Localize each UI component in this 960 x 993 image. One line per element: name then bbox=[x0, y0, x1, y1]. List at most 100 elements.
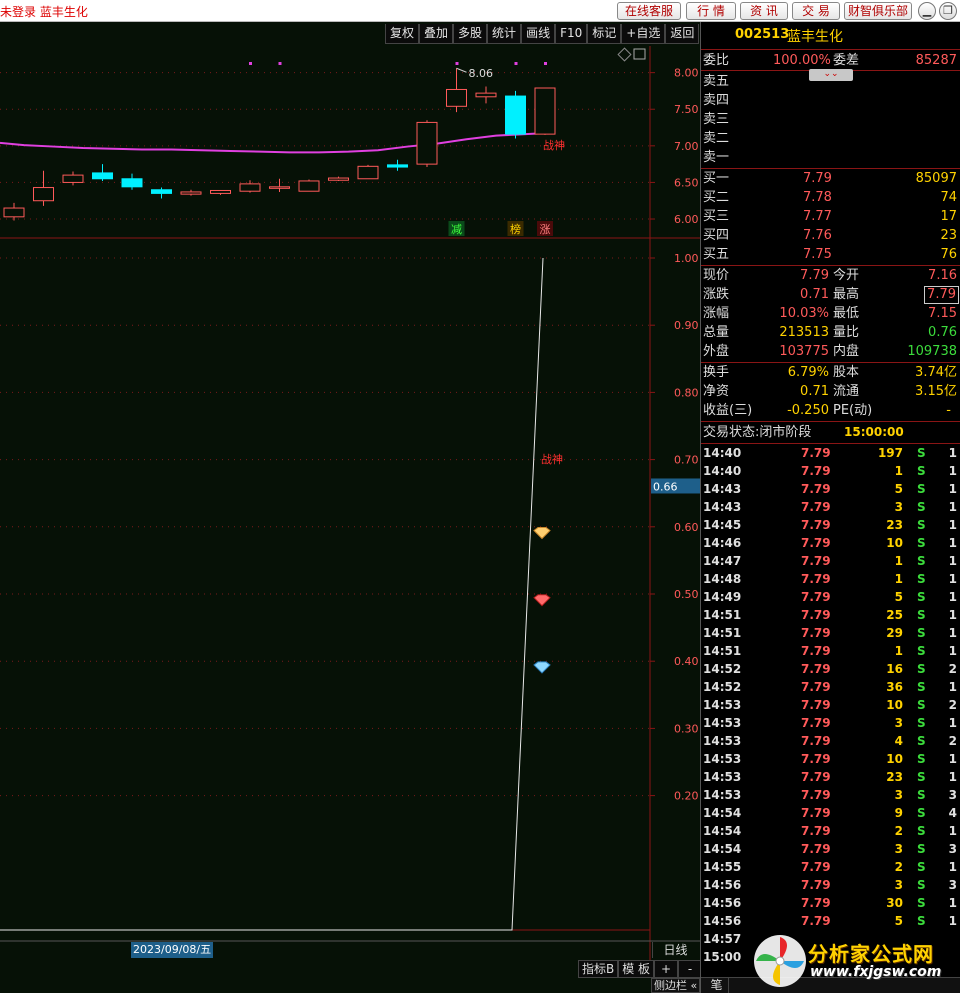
tick-row: 14:55 7.79 2 S 1 bbox=[701, 858, 960, 876]
tick-side: S bbox=[917, 608, 926, 622]
chart-area[interactable]: 8.00 7.50 7.00 6.50 6.00 8.06 战神减榜涨 1.00 0.90 0.8… bbox=[0, 22, 703, 993]
news-button[interactable]: 资 讯 bbox=[740, 2, 788, 20]
tick-count: 1 bbox=[948, 860, 957, 874]
outer-label: 外盘 bbox=[703, 344, 730, 359]
mark-button[interactable]: 标记 bbox=[587, 24, 622, 44]
tick-row: 14:46 7.79 10 S 1 bbox=[701, 534, 960, 552]
add-watchlist-button[interactable]: +自选 bbox=[621, 24, 666, 44]
divider bbox=[701, 421, 960, 422]
tick-volume: 10 bbox=[886, 536, 903, 550]
template-tab[interactable]: 模 板 bbox=[618, 960, 655, 978]
tick-count: 1 bbox=[948, 770, 957, 784]
tick-volume: 197 bbox=[877, 446, 903, 460]
tick-side: S bbox=[917, 788, 926, 802]
stats-row-eps: 收益(三) -0.250 PE(动) - bbox=[701, 401, 960, 420]
tick-row: 14:52 7.79 16 S 2 bbox=[701, 660, 960, 678]
overlay-button[interactable]: 叠加 bbox=[419, 24, 454, 44]
tick-price: 7.79 bbox=[801, 464, 831, 478]
current-value-label: 0.66 bbox=[653, 480, 678, 493]
tick-volume: 5 bbox=[894, 482, 903, 496]
tick-volume: 9 bbox=[894, 806, 903, 820]
tick-row: 14:49 7.79 5 S 1 bbox=[701, 588, 960, 606]
tick-row: 14:56 7.79 5 S 1 bbox=[701, 912, 960, 930]
tick-side: S bbox=[917, 464, 926, 478]
tick-price: 7.79 bbox=[801, 644, 831, 658]
tick-side: S bbox=[917, 554, 926, 568]
stock-name: 蓝丰生化 bbox=[787, 29, 843, 45]
tab-ticks[interactable]: 笔 bbox=[705, 978, 729, 993]
restore-icon[interactable]: ❐ bbox=[939, 2, 957, 20]
zoom-in-button[interactable]: + bbox=[654, 960, 679, 978]
tick-time: 14:56 bbox=[703, 914, 742, 928]
back-button[interactable]: 返回 bbox=[665, 24, 700, 44]
open-label: 今开 bbox=[833, 268, 860, 283]
multi-stock-button[interactable]: 多股 bbox=[453, 24, 488, 44]
trade-button[interactable]: 交 易 bbox=[792, 2, 840, 20]
buy4-row: 买四 7.76 23 bbox=[701, 226, 960, 245]
indicator-axis-label: 0.20 bbox=[674, 790, 699, 803]
tick-count: 1 bbox=[948, 590, 957, 604]
float-label: 流通 bbox=[833, 384, 860, 399]
f10-button[interactable]: F10 bbox=[555, 24, 588, 44]
tick-volume: 3 bbox=[894, 500, 903, 514]
candle-body bbox=[446, 88, 467, 107]
tick-side: S bbox=[917, 662, 926, 676]
zoom-out-button[interactable]: - bbox=[678, 960, 703, 978]
stock-code: 002513 bbox=[735, 27, 790, 42]
change-label: 涨跌 bbox=[703, 287, 730, 302]
float-value: 3.15亿 bbox=[915, 384, 957, 399]
price-label: 现价 bbox=[703, 268, 730, 283]
diamond-icon bbox=[533, 527, 551, 540]
tick-side: S bbox=[917, 446, 926, 460]
tick-row: 14:51 7.79 29 S 1 bbox=[701, 624, 960, 642]
status-row: 交易状态:闭市阶段 15:00:00 bbox=[701, 423, 960, 442]
online-service-button[interactable]: 在线客服 bbox=[617, 2, 681, 20]
club-button[interactable]: 财智俱乐部 bbox=[844, 2, 912, 20]
tick-price: 7.79 bbox=[801, 716, 831, 730]
tick-side: S bbox=[917, 752, 926, 766]
high-price-label: 8.06 bbox=[469, 67, 494, 80]
tick-count: 1 bbox=[948, 446, 957, 460]
indicator-axis-label: 0.30 bbox=[674, 722, 699, 735]
market-button[interactable]: 行 情 bbox=[686, 2, 736, 20]
sidebar-toggle-button[interactable]: 侧边栏 « bbox=[651, 978, 701, 993]
tick-row: 14:56 7.79 3 S 3 bbox=[701, 876, 960, 894]
tick-time: 14:51 bbox=[703, 626, 742, 640]
tick-price: 7.79 bbox=[801, 446, 831, 460]
stats-row-outer: 外盘 103775 内盘 109738 bbox=[701, 342, 960, 361]
tick-time: 14:57 bbox=[703, 932, 742, 946]
netasset-label: 净资 bbox=[703, 384, 730, 399]
pct-value: 10.03% bbox=[779, 306, 829, 321]
high-value: 7.79 bbox=[924, 286, 959, 304]
buy1-price: 7.79 bbox=[803, 171, 832, 186]
fuquan-button[interactable]: 复权 bbox=[385, 24, 420, 44]
tick-row: 14:54 7.79 3 S 3 bbox=[701, 840, 960, 858]
period-label[interactable]: 日线 bbox=[652, 942, 698, 958]
tick-row: 14:43 7.79 5 S 1 bbox=[701, 480, 960, 498]
signal-dot bbox=[455, 62, 459, 65]
diamond-toggle-icon bbox=[617, 47, 632, 62]
tick-volume: 3 bbox=[894, 878, 903, 892]
tick-price: 7.79 bbox=[801, 572, 831, 586]
draw-line-button[interactable]: 画线 bbox=[521, 24, 556, 44]
candle-body bbox=[210, 189, 231, 194]
tick-volume: 23 bbox=[886, 770, 903, 784]
stats-button[interactable]: 统计 bbox=[487, 24, 522, 44]
tick-price: 7.79 bbox=[801, 554, 831, 568]
tick-volume: 2 bbox=[894, 824, 903, 838]
tick-row: 14:52 7.79 36 S 1 bbox=[701, 678, 960, 696]
tick-time: 14:52 bbox=[703, 662, 742, 676]
tick-price: 7.79 bbox=[801, 788, 831, 802]
tick-time: 14:53 bbox=[703, 716, 742, 730]
tick-row: 14:40 7.79 197 S 1 bbox=[701, 444, 960, 462]
open-value: 7.16 bbox=[928, 268, 957, 283]
marker-label: 涨 bbox=[540, 223, 551, 236]
tick-price: 7.79 bbox=[801, 878, 831, 892]
kline-chart[interactable]: 8.007.507.006.506.008.06战神减榜涨1.000.900.8… bbox=[0, 22, 700, 993]
indicator-line bbox=[0, 257, 544, 931]
buy2-vol: 74 bbox=[940, 190, 957, 205]
minimize-icon[interactable]: ▁ bbox=[918, 2, 936, 20]
buy5-label: 买五 bbox=[703, 247, 730, 262]
indicator-b-tab[interactable]: 指标B bbox=[578, 960, 619, 978]
sell3-label: 卖三 bbox=[703, 112, 730, 127]
